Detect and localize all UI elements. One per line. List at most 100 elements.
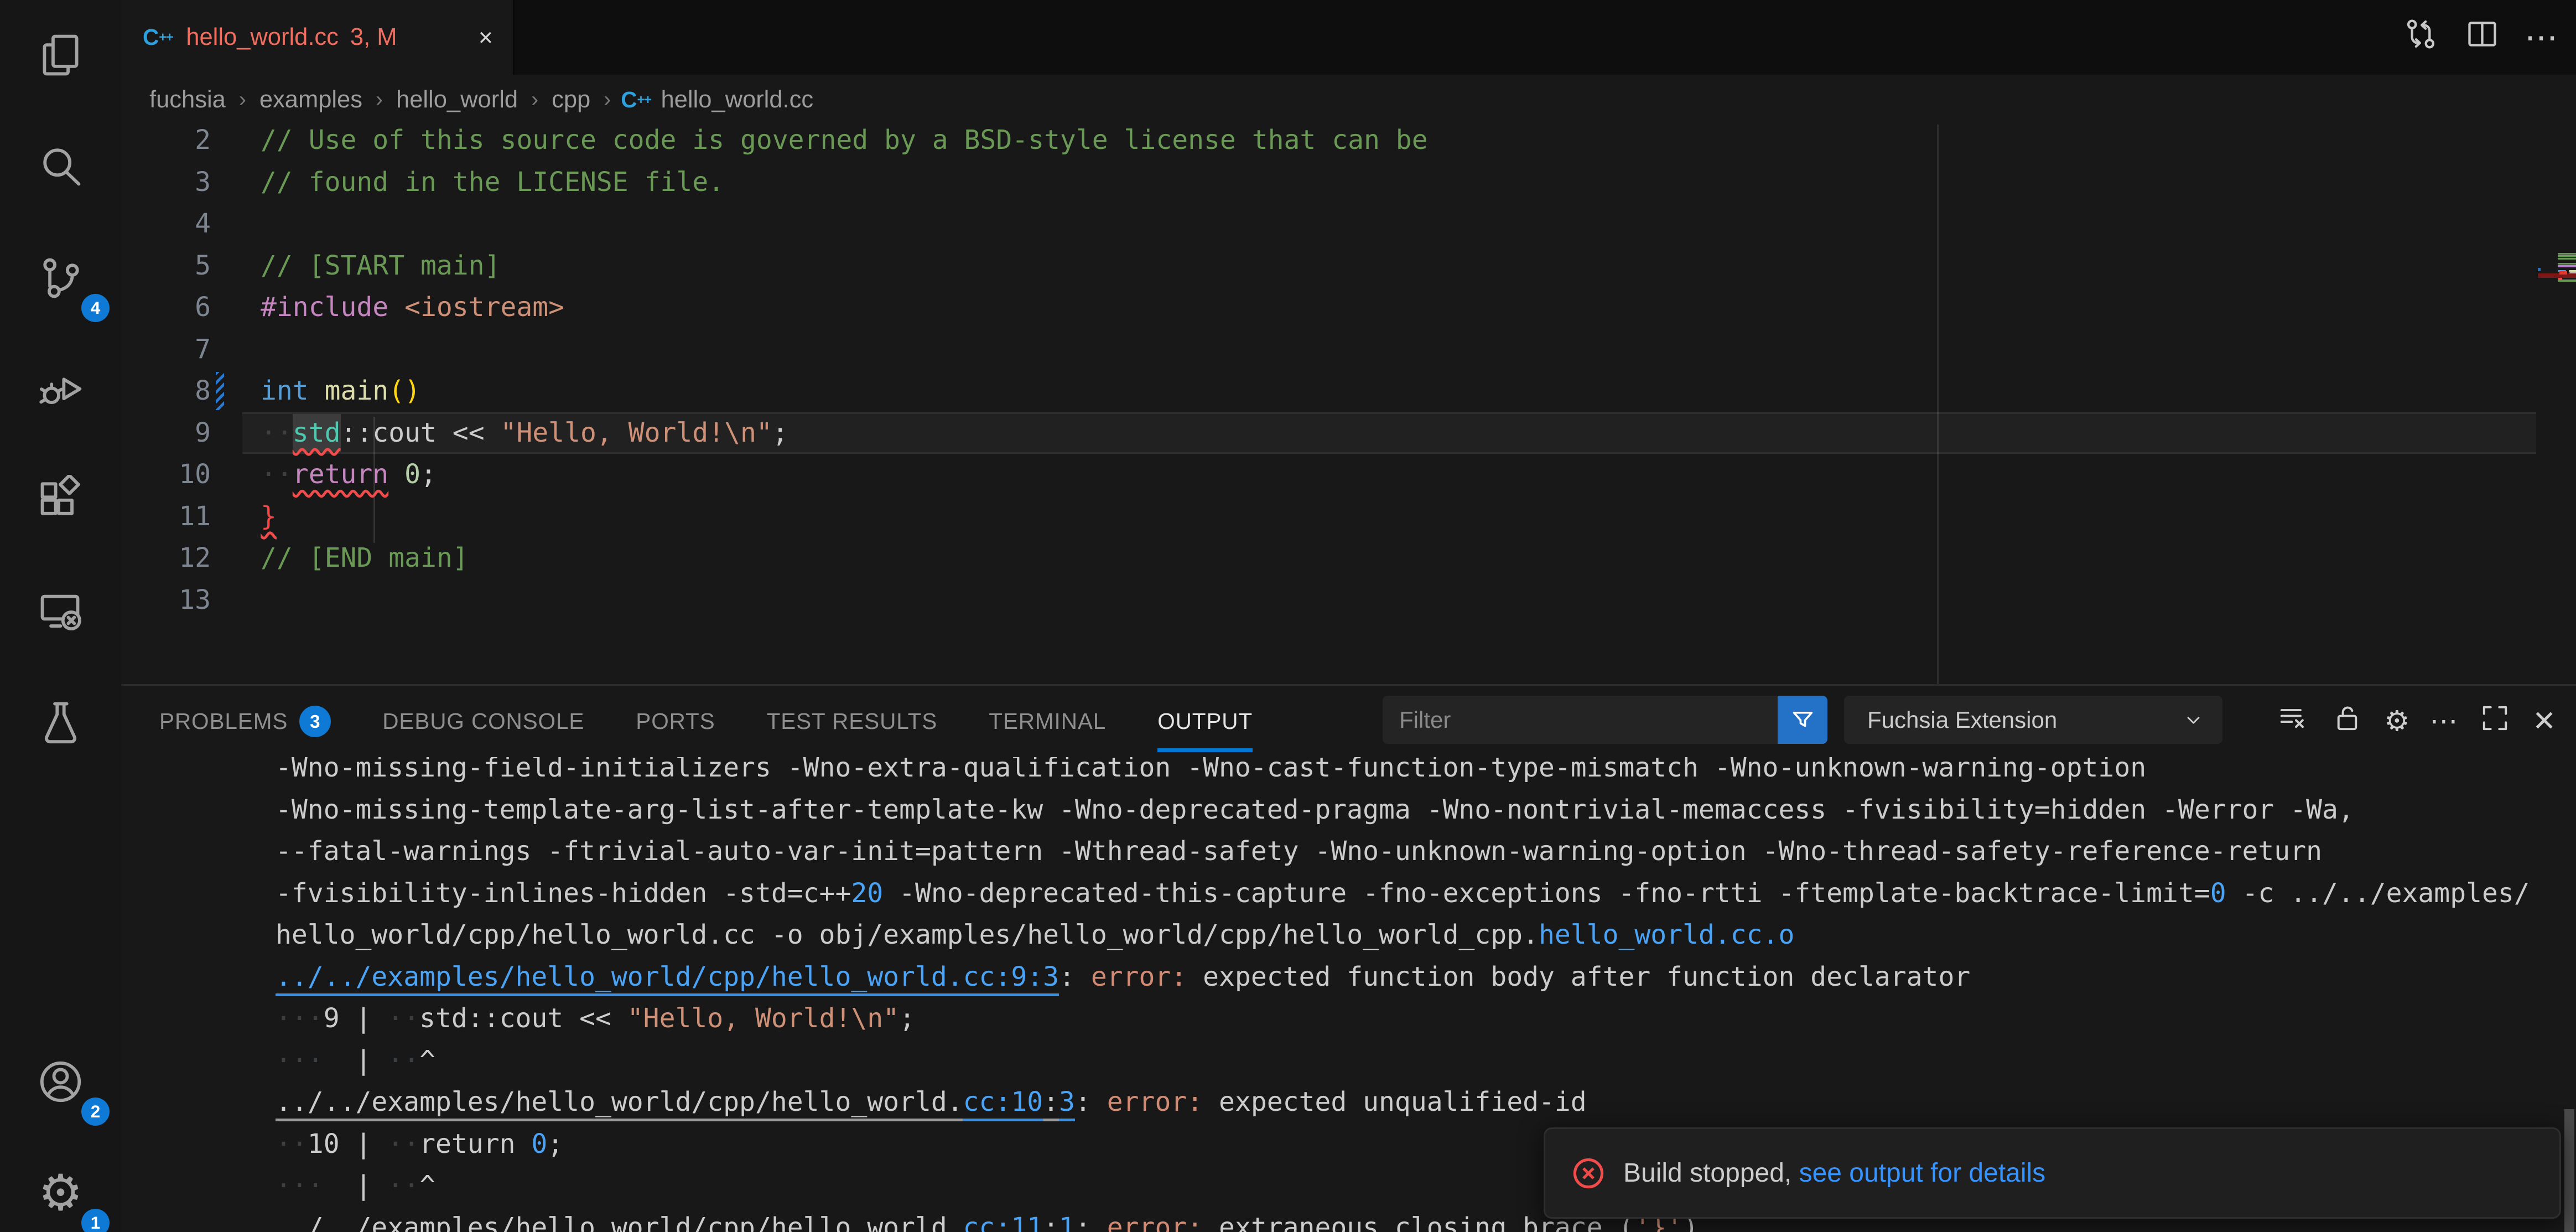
output-file-link[interactable]: ../../examples/hello_world/cpp/hello_wor… bbox=[276, 1212, 963, 1232]
code-line-12[interactable]: 12// [END main] bbox=[121, 537, 2576, 579]
panel-settings-gear-icon[interactable]: ⚙ bbox=[2385, 707, 2410, 736]
code-line-2[interactable]: 2// Use of this source code is governed … bbox=[121, 125, 2576, 162]
breadcrumb-separator: › bbox=[531, 87, 538, 112]
activity-item-extensions[interactable] bbox=[0, 445, 121, 556]
testing-icon bbox=[35, 697, 86, 749]
text-segment: error: bbox=[1107, 1212, 1203, 1232]
breadcrumb-item-examples[interactable]: examples bbox=[259, 86, 362, 113]
activity-item-accounts[interactable]: 2 bbox=[0, 1026, 121, 1137]
text-segment: // found in the LICENSE file. bbox=[261, 167, 724, 198]
code-line-6[interactable]: 6#include <iostream> bbox=[121, 287, 2576, 329]
text-segment: int bbox=[261, 375, 309, 406]
text-segment: return bbox=[419, 1129, 531, 1159]
output-row: ···9 | ··std::cout << "Hello, World!\n"; bbox=[276, 998, 2576, 1040]
unlock-scroll-icon[interactable] bbox=[2330, 701, 2365, 742]
activity-item-search[interactable] bbox=[0, 111, 121, 222]
text-segment: 0 bbox=[531, 1129, 547, 1159]
panel-tab-problems[interactable]: PROBLEMS3 bbox=[159, 686, 331, 757]
output-file-link[interactable]: : bbox=[1043, 1212, 1059, 1232]
tab-hello-world-cc[interactable]: C++ hello_world.cc 3, M × bbox=[121, 0, 515, 75]
more-actions-icon[interactable]: ⋯ bbox=[2525, 28, 2559, 48]
minimap[interactable] bbox=[2538, 125, 2576, 684]
panel-tab-debug-console[interactable]: DEBUG CONSOLE bbox=[382, 686, 584, 757]
maximize-panel-icon[interactable] bbox=[2478, 701, 2512, 742]
open-changes-icon[interactable] bbox=[2402, 15, 2440, 60]
code-line-5[interactable]: 5 // [START main] bbox=[121, 245, 2576, 287]
breadcrumb-item-cpp[interactable]: cpp bbox=[552, 86, 590, 113]
breadcrumb-item-hello_world[interactable]: hello_world bbox=[396, 86, 518, 113]
activity-item-settings[interactable]: ⚙1 bbox=[0, 1137, 121, 1232]
text-segment: ^ bbox=[419, 1045, 435, 1076]
text-segment: "Hello, World!\n" bbox=[500, 417, 772, 448]
close-panel-icon[interactable]: ✕ bbox=[2532, 707, 2556, 736]
minimap-modified-mark bbox=[2538, 268, 2541, 271]
text-segment: hello_world.cc.o bbox=[1539, 919, 1794, 950]
text-segment: ·· bbox=[261, 459, 293, 490]
output-file-link[interactable]: 1 bbox=[1059, 1212, 1075, 1232]
text-segment: ; bbox=[899, 1003, 915, 1034]
text-segment: ·· bbox=[387, 1045, 419, 1076]
activity-item-run-debug[interactable] bbox=[0, 334, 121, 445]
panel-tab-output[interactable]: OUTPUT bbox=[1157, 686, 1253, 757]
filter-funnel-button[interactable] bbox=[1778, 696, 1827, 744]
output-file-link[interactable]: cc:11 bbox=[963, 1212, 1043, 1232]
text-segment: ; bbox=[547, 1129, 563, 1159]
line-number: 2 bbox=[121, 125, 211, 162]
source-control-badge: 4 bbox=[81, 294, 110, 322]
code-text: int main() bbox=[261, 370, 420, 412]
code-line-7[interactable]: 7 bbox=[121, 329, 2576, 371]
activity-item-source-control[interactable]: 4 bbox=[0, 222, 121, 334]
line-number: 8 bbox=[121, 370, 211, 412]
code-line-10[interactable]: 10··return 0; bbox=[121, 454, 2576, 496]
breadcrumb-item-file[interactable]: C++hello_world.cc bbox=[621, 86, 813, 113]
text-segment: -Wno-missing-template-arg-list-after-tem… bbox=[276, 794, 2354, 825]
code-text: ··std::cout << "Hello, World!\n"; bbox=[261, 412, 788, 454]
breadcrumb-separator: › bbox=[604, 87, 611, 112]
code-line-8[interactable]: 8 int main() bbox=[121, 370, 2576, 412]
line-number: 7 bbox=[121, 329, 211, 371]
output-row: ../../examples/hello_world/cpp/hello_wor… bbox=[276, 1081, 2576, 1124]
panel-more-actions-icon[interactable]: ⋯ bbox=[2429, 707, 2458, 736]
activity-item-testing[interactable] bbox=[0, 667, 121, 779]
code-editor[interactable]: 2// Use of this source code is governed … bbox=[121, 125, 2576, 684]
accounts-badge: 2 bbox=[81, 1098, 110, 1126]
text-segment: ::cout << bbox=[341, 417, 501, 448]
see-output-link[interactable]: see output for details bbox=[1799, 1158, 2046, 1188]
text-segment: ·· bbox=[387, 1170, 419, 1201]
notification-toast[interactable]: Build stopped, see output for details bbox=[1544, 1127, 2561, 1219]
panel-tab-test-results[interactable]: TEST RESULTS bbox=[767, 686, 938, 757]
code-line-9[interactable]: 9··std::cout << "Hello, World!\n"; bbox=[121, 412, 2576, 454]
code-line-4[interactable]: 4 bbox=[121, 203, 2576, 245]
code-text: // [START main] bbox=[261, 245, 500, 287]
split-editor-icon[interactable] bbox=[2463, 15, 2501, 60]
text-segment bbox=[309, 375, 325, 406]
activity-item-explorer[interactable] bbox=[0, 0, 121, 111]
text-segment: ··· bbox=[276, 1003, 324, 1034]
panel-tab-ports[interactable]: PORTS bbox=[636, 686, 715, 757]
clear-output-icon[interactable] bbox=[2275, 701, 2310, 742]
output-file-link[interactable]: 3 bbox=[1059, 1086, 1075, 1117]
panel-scrollbar[interactable] bbox=[2564, 1109, 2574, 1232]
text-segment: 9 | bbox=[324, 1003, 388, 1034]
text-segment: std::cout << bbox=[419, 1003, 627, 1034]
settings-badge: 1 bbox=[81, 1209, 110, 1232]
breadcrumb-item-fuchsia[interactable]: fuchsia bbox=[149, 86, 226, 113]
code-line-13[interactable]: 13 bbox=[121, 579, 2576, 622]
filter-input[interactable] bbox=[1383, 707, 1778, 733]
line-number: 5 bbox=[121, 245, 211, 287]
output-file-link[interactable]: : bbox=[1043, 1086, 1059, 1117]
activity-item-remote-explorer[interactable] bbox=[0, 556, 121, 667]
text-segment: main bbox=[325, 375, 389, 406]
output-file-link[interactable]: ../../examples/hello_world/cpp/hello_wor… bbox=[276, 1086, 963, 1117]
output-file-link[interactable]: ../../examples/hello_world/cpp/hello_wor… bbox=[276, 961, 1059, 992]
output-channel-select[interactable]: Fuchsia Extension bbox=[1844, 696, 2222, 744]
panel-tab-terminal[interactable]: TERMINAL bbox=[989, 686, 1106, 757]
remote-explorer-icon bbox=[35, 586, 86, 638]
code-line-11[interactable]: 11} bbox=[121, 496, 2576, 538]
minimap-line bbox=[2558, 265, 2576, 267]
output-file-link[interactable]: cc:10 bbox=[963, 1086, 1043, 1117]
code-line-3[interactable]: 3// found in the LICENSE file. bbox=[121, 162, 2576, 204]
close-tab-icon[interactable]: × bbox=[475, 22, 496, 53]
text-segment: ·· bbox=[387, 1129, 419, 1159]
text-segment: error: bbox=[1091, 961, 1187, 992]
